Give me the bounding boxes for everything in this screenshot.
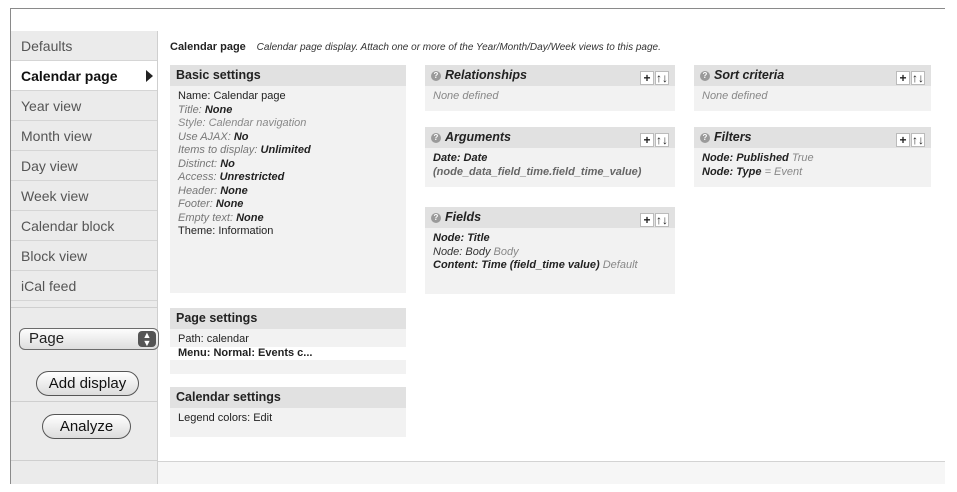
display-type-select[interactable]: Page ▲ ▼	[19, 328, 159, 350]
fields-header: ? Fields + ↑↓	[425, 207, 675, 228]
relationships-header: ? Relationships + ↑↓	[425, 65, 675, 86]
add-display-button[interactable]: Add display	[36, 371, 139, 396]
add-icon[interactable]: +	[640, 213, 654, 227]
arrow-right-icon	[146, 70, 153, 82]
field-node-title[interactable]: Node: Title	[425, 232, 675, 246]
fields-box: ? Fields + ↑↓ Node: Title Node: Body Body …	[425, 207, 675, 294]
add-icon[interactable]: +	[896, 133, 910, 147]
setting-ajax[interactable]: Use AJAX: No	[170, 131, 406, 145]
tab-week-view[interactable]: Week view	[11, 181, 157, 211]
setting-style[interactable]: Style: Calendar navigation	[170, 117, 406, 131]
rearrange-icon[interactable]: ↑↓	[911, 133, 925, 147]
tab-block-view[interactable]: Block view	[11, 241, 157, 271]
help-icon[interactable]: ?	[431, 133, 441, 143]
updown-icon: ▲ ▼	[138, 331, 156, 348]
arguments-box: ? Arguments + ↑↓ Date: Date (node_data_fie…	[425, 127, 675, 187]
setting-items[interactable]: Items to display: Unlimited	[170, 144, 406, 158]
setting-menu[interactable]: Menu: Normal: Events c...	[170, 346, 406, 360]
filter-type[interactable]: Node: Type = Event	[694, 166, 931, 180]
sort-empty: None defined	[702, 90, 768, 102]
rearrange-icon[interactable]: ↑↓	[911, 71, 925, 85]
display-title: Calendar page	[170, 41, 246, 53]
setting-empty-text[interactable]: Empty text: None	[170, 212, 406, 226]
help-icon[interactable]: ?	[431, 71, 441, 81]
tab-ical-feed[interactable]: iCal feed	[11, 271, 157, 301]
display-header: Calendar page Calendar page display. Att…	[170, 41, 661, 53]
sort-criteria-box: ? Sort criteria + ↑↓ None defined	[694, 65, 931, 111]
tab-defaults[interactable]: Defaults	[11, 31, 157, 61]
tab-label: Calendar page	[21, 68, 118, 84]
page-settings-title: Page settings	[170, 308, 406, 329]
setting-header[interactable]: Header: None	[170, 185, 406, 199]
filters-header: ? Filters + ↑↓	[694, 127, 931, 148]
help-icon[interactable]: ?	[700, 71, 710, 81]
relationships-empty: None defined	[433, 90, 499, 102]
tab-calendar-page[interactable]: Calendar page	[11, 61, 157, 91]
help-icon[interactable]: ?	[431, 213, 441, 223]
sort-title: Sort criteria	[714, 68, 785, 82]
setting-name[interactable]: Name: Calendar page	[170, 90, 406, 104]
divider	[11, 401, 158, 402]
help-icon[interactable]: ?	[700, 133, 710, 143]
tab-day-view[interactable]: Day view	[11, 151, 157, 181]
divider	[11, 307, 158, 308]
fields-title: Fields	[445, 210, 482, 224]
rearrange-icon[interactable]: ↑↓	[655, 133, 669, 147]
field-node-body[interactable]: Node: Body Body	[425, 246, 675, 260]
setting-legend-colors[interactable]: Legend colors: Edit	[170, 412, 406, 426]
tab-month-view[interactable]: Month view	[11, 121, 157, 151]
page-settings-box: Page settings Path: calendar Menu: Norma…	[170, 308, 406, 374]
tab-year-view[interactable]: Year view	[11, 91, 157, 121]
setting-theme[interactable]: Theme: Information	[170, 225, 406, 239]
footer-band	[158, 462, 945, 484]
rearrange-icon[interactable]: ↑↓	[655, 213, 669, 227]
argument-field[interactable]: (node_data_field_time.field_time_value)	[425, 166, 675, 180]
arguments-header: ? Arguments + ↑↓	[425, 127, 675, 148]
add-icon[interactable]: +	[640, 133, 654, 147]
relationships-box: ? Relationships + ↑↓ None defined	[425, 65, 675, 111]
filters-box: ? Filters + ↑↓ Node: Published True Node: …	[694, 127, 931, 187]
add-icon[interactable]: +	[896, 71, 910, 85]
relationships-title: Relationships	[445, 68, 527, 82]
setting-footer[interactable]: Footer: None	[170, 198, 406, 212]
tab-calendar-block[interactable]: Calendar block	[11, 211, 157, 241]
calendar-settings-title: Calendar settings	[170, 387, 406, 408]
sort-header: ? Sort criteria + ↑↓	[694, 65, 931, 86]
filter-published[interactable]: Node: Published True	[694, 152, 931, 166]
setting-path[interactable]: Path: calendar	[170, 333, 406, 347]
arguments-title: Arguments	[445, 130, 511, 144]
field-content-time[interactable]: Content: Time (field_time value) Default	[425, 259, 675, 273]
setting-access[interactable]: Access: Unrestricted	[170, 171, 406, 185]
argument-date[interactable]: Date: Date	[425, 152, 675, 166]
calendar-settings-box: Calendar settings Legend colors: Edit	[170, 387, 406, 437]
divider	[11, 460, 158, 461]
display-description: Calendar page display. Attach one or mor…	[256, 42, 661, 53]
select-value: Page	[29, 330, 65, 347]
add-icon[interactable]: +	[640, 71, 654, 85]
analyze-button[interactable]: Analyze	[42, 414, 131, 439]
basic-settings-title: Basic settings	[170, 65, 406, 86]
rearrange-icon[interactable]: ↑↓	[655, 71, 669, 85]
filters-title: Filters	[714, 130, 752, 144]
basic-settings-box: Basic settings Name: Calendar page Title…	[170, 65, 406, 293]
setting-distinct[interactable]: Distinct: No	[170, 158, 406, 172]
setting-title[interactable]: Title: None	[170, 104, 406, 118]
